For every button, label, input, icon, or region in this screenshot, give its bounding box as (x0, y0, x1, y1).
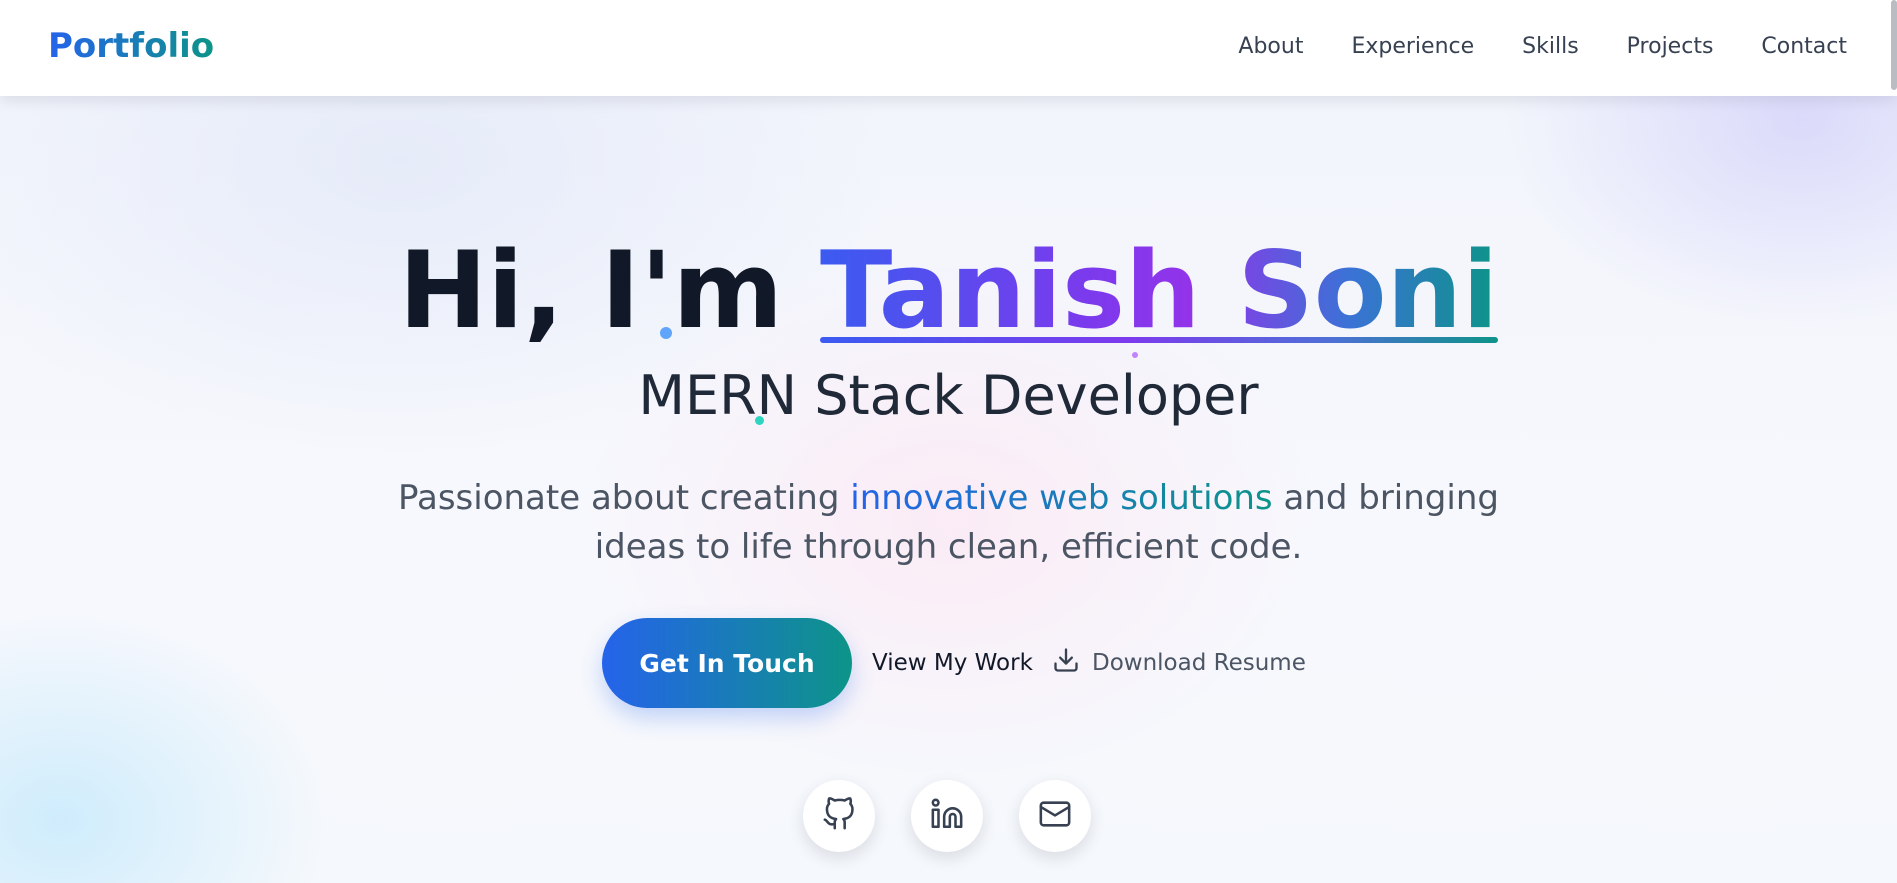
nav-skills[interactable]: Skills (1522, 34, 1579, 59)
github-link[interactable] (803, 780, 875, 852)
get-in-touch-button[interactable]: Get In Touch (602, 618, 852, 708)
linkedin-icon (930, 797, 964, 835)
email-link[interactable] (1019, 780, 1091, 852)
nav-about[interactable]: About (1238, 34, 1303, 59)
main-nav: About Experience Skills Projects Contact (1238, 34, 1847, 59)
hero-title: Hi, I'm Tanish Soni (0, 229, 1897, 352)
download-icon (1052, 646, 1080, 680)
hero-role: MERN Stack Developer (638, 364, 1259, 427)
hero-greeting: Hi, I'm (398, 229, 784, 352)
logo[interactable]: Portfolio (48, 26, 214, 66)
name-underline (820, 336, 1499, 343)
navbar: Portfolio About Experience Skills Projec… (0, 0, 1897, 96)
nav-contact[interactable]: Contact (1761, 34, 1847, 59)
nav-experience[interactable]: Experience (1351, 34, 1474, 59)
hero-tagline: Passionate about creating innovative web… (350, 474, 1547, 572)
hero-name-wrap: Tanish Soni (820, 229, 1499, 352)
linkedin-link[interactable] (911, 780, 983, 852)
download-resume-label: Download Resume (1092, 650, 1306, 676)
tagline-text: Passionate about creating (398, 478, 840, 518)
portfolio-page: Portfolio About Experience Skills Projec… (0, 0, 1897, 883)
decorative-dot (1132, 352, 1138, 358)
nav-projects[interactable]: Projects (1627, 34, 1714, 59)
mail-icon (1038, 797, 1072, 835)
view-my-work-button[interactable]: View My Work (872, 650, 1033, 676)
decorative-dot (660, 327, 672, 339)
scrollbar[interactable] (1891, 0, 1897, 90)
tagline-highlight: innovative web solutions (850, 478, 1273, 518)
hero-name: Tanish Soni (820, 229, 1499, 352)
github-icon (822, 797, 856, 835)
download-resume-button[interactable]: Download Resume (1052, 646, 1306, 680)
